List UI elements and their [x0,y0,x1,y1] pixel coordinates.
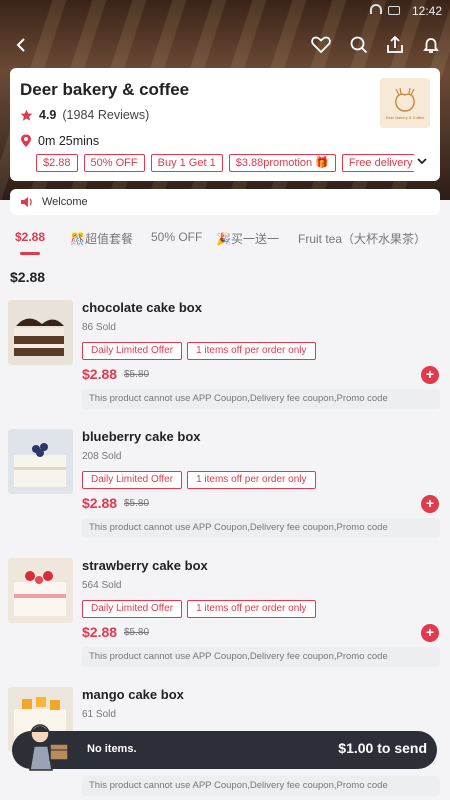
star-icon [20,109,33,121]
share-icon[interactable] [382,32,408,58]
product-note: This product cannot use APP Coupon,Deliv… [82,776,440,796]
daily-offer-badge: Daily Limited Offer [82,600,183,618]
status-time: 12:42 [411,4,442,18]
category-tabs: $2.88 🎊超值套餐 50% OFF 🎉买一送一 Fruit tea（大杯水果… [0,220,450,256]
promo-tag[interactable]: Buy 1 Get 1 [150,154,223,172]
cart-mascot-icon[interactable] [16,718,76,778]
promo-tag[interactable]: 50% OFF [83,154,145,172]
promo-tags: $2.88 50% OFF Buy 1 Get 1 $3.88promotion… [36,154,414,172]
chevron-down-icon[interactable] [416,154,428,173]
product-name: blueberry cake box [82,429,201,444]
tab-active-indicator [20,252,40,255]
min-send-amount: $1.00 to send [338,740,427,756]
rating-score: 4.9 [39,108,57,122]
wifi-icon [370,4,382,14]
product-item[interactable]: strawberry cake box 564 Sold Daily Limit… [0,558,450,678]
tab-buy-one-get-one[interactable]: 🎉买一送一 [216,230,279,247]
status-bar: 12:42 [0,0,450,22]
add-to-cart-button[interactable]: + [421,366,439,384]
product-item[interactable]: chocolate cake box 86 Sold Daily Limited… [0,300,450,420]
product-price: $2.88 [82,366,118,382]
product-old-price: $5.80 [124,627,150,638]
tab-fruit-tea[interactable]: Fruit tea（大杯水果茶） [298,230,426,247]
store-logo: Deer Bakery & Coffee [380,78,430,128]
product-price: $2.88 [82,495,118,511]
logo-text: Deer Bakery & Coffee [385,114,425,120]
welcome-text: Welcome [42,196,88,208]
delivery-time-row: 0m 25mins [20,134,99,148]
welcome-notice: Welcome [10,189,440,215]
store-info-card: Deer bakery & coffee 4.9 (1984 Reviews) … [10,68,440,181]
product-image[interactable] [8,429,73,494]
add-to-cart-button[interactable]: + [421,624,439,642]
location-pin-icon [21,134,31,147]
product-image[interactable] [8,300,73,365]
product-sold: 61 Sold [82,709,116,720]
limit-badge: 1 items off per order only [187,342,316,360]
search-icon[interactable] [346,32,372,58]
product-sold: 208 Sold [82,451,122,462]
speaker-icon [21,197,32,207]
back-icon[interactable] [8,32,34,58]
review-count[interactable]: (1984 Reviews) [62,108,149,122]
product-old-price: $5.80 [124,369,150,380]
tab-50-off[interactable]: 50% OFF [151,230,202,244]
store-name: Deer bakery & coffee [20,80,190,99]
product-badges: Daily Limited Offer 1 items off per orde… [82,342,316,360]
tab-value-set[interactable]: 🎊超值套餐 [70,230,133,247]
product-name: mango cake box [82,687,184,702]
cart-status: No items. [87,743,137,755]
product-note: This product cannot use APP Coupon,Deliv… [82,518,440,538]
product-badges: Daily Limited Offer 1 items off per orde… [82,471,316,489]
section-title: $2.88 [10,269,46,285]
bell-icon[interactable] [418,32,444,58]
product-note: This product cannot use APP Coupon,Deliv… [82,389,440,409]
limit-badge: 1 items off per order only [187,600,316,618]
top-bar [0,30,450,60]
product-old-price: $5.80 [124,498,150,509]
product-note: This product cannot use APP Coupon,Deliv… [82,647,440,667]
battery-icon [388,6,400,15]
product-item[interactable]: blueberry cake box 208 Sold Daily Limite… [0,429,450,549]
product-name: chocolate cake box [82,300,202,315]
product-badges: Daily Limited Offer 1 items off per orde… [82,600,316,618]
promo-tag[interactable]: $3.88promotion 🎁 [228,154,336,172]
promo-tag[interactable]: Free delivery [341,154,414,172]
add-to-cart-button[interactable]: + [421,495,439,513]
promo-tag[interactable]: $2.88 [36,154,78,172]
favorite-heart-icon[interactable] [308,32,334,58]
limit-badge: 1 items off per order only [187,471,316,489]
product-sold: 86 Sold [82,322,116,333]
product-image[interactable] [8,558,73,623]
delivery-time: 0m 25mins [38,134,100,148]
rating-row: 4.9 (1984 Reviews) [20,108,149,122]
daily-offer-badge: Daily Limited Offer [82,342,183,360]
product-sold: 564 Sold [82,580,122,591]
product-price: $2.88 [82,624,118,640]
tab-2-88[interactable]: $2.88 [15,230,45,244]
product-name: strawberry cake box [82,558,208,573]
daily-offer-badge: Daily Limited Offer [82,471,183,489]
